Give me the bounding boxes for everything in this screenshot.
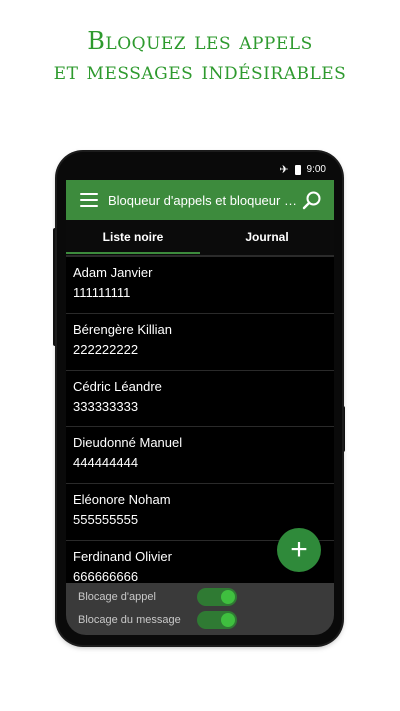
message-block-toggle[interactable] [197,611,237,629]
contact-name: Cédric Léandre [73,378,162,394]
message-block-label: Blocage du message [78,614,181,626]
list-item[interactable]: Adam Janvier 111111111 [66,257,334,314]
app-title: Bloqueur d'appels et bloqueur de message… [108,192,300,208]
contact-number: 444444444 [73,455,139,471]
contact-name: Dieudonné Manuel [73,435,183,451]
toggle-knob [221,590,235,604]
headline-line-2: et messages indésirables [53,57,347,85]
contact-name: Bérengère Killian [73,321,173,337]
contact-number: 555555555 [73,512,139,528]
headline-line-1: Bloquez les appels [87,27,313,55]
message-block-row: Blocage du message [78,611,237,629]
tab-liste-noire[interactable]: Liste noire [66,220,200,256]
call-block-label: Blocage d'appel [78,591,156,603]
blocking-settings-panel: Blocage d'appel Blocage du message [66,583,334,635]
list-item[interactable]: Dieudonné Manuel 444444444 [66,427,334,485]
tab-bar: Liste noire Journal [66,220,334,256]
call-block-row: Blocage d'appel [78,588,237,606]
app-bar: Bloqueur d'appels et bloqueur de message… [66,180,334,220]
promo-headline: Bloquez les appels et messages indésirab… [0,26,400,86]
contact-number: 222222222 [73,341,139,357]
search-icon[interactable] [302,190,322,210]
airplane-icon: ✈ [279,164,289,176]
contact-number: 333333333 [73,398,139,414]
toggle-knob [221,613,235,627]
battery-icon [294,164,301,175]
tab-journal[interactable]: Journal [200,220,334,256]
add-contact-button[interactable]: + [277,528,321,572]
hamburger-menu-icon[interactable] [80,193,98,207]
list-item[interactable]: Cédric Léandre 333333333 [66,371,334,428]
status-time: 9:00 [306,164,326,175]
list-item[interactable]: Bérengère Killian 222222222 [66,314,334,371]
call-block-toggle[interactable] [197,588,237,606]
status-bar: ✈ 9:00 [66,162,334,180]
contact-name: Eléonore Noham [73,492,171,508]
plus-icon: + [290,533,308,566]
contact-name: Adam Janvier [73,265,153,280]
contact-number: 111111111 [73,285,131,300]
